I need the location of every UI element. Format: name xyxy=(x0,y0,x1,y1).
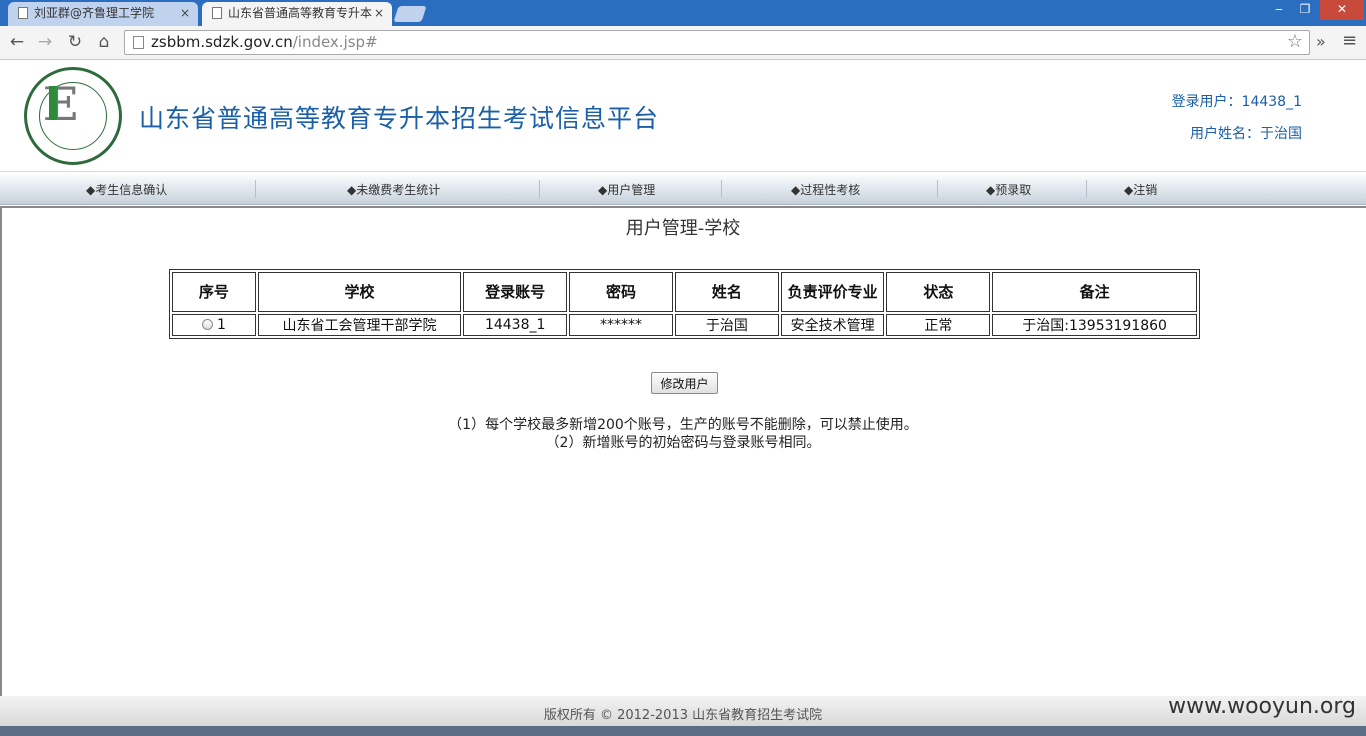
page-icon xyxy=(212,7,222,19)
menu-item-candidate-confirm[interactable]: ◆考生信息确认 xyxy=(86,181,167,198)
close-icon[interactable]: × xyxy=(180,2,190,24)
menu-item-pre-admission[interactable]: ◆预录取 xyxy=(986,181,1031,198)
window-close-icon[interactable]: ✕ xyxy=(1320,0,1364,20)
os-taskbar xyxy=(0,726,1366,736)
minimize-icon[interactable]: ‒ xyxy=(1266,0,1292,20)
table-header-row: 序号 学校 登录账号 密码 姓名 负责评价专业 状态 备注 xyxy=(172,272,1197,312)
watermark: www.wooyun.org xyxy=(1168,694,1356,719)
col-header-account: 登录账号 xyxy=(463,272,568,312)
star-icon[interactable]: ☆ xyxy=(1287,31,1303,52)
col-header-name: 姓名 xyxy=(674,272,779,312)
reload-icon[interactable]: ↻ xyxy=(64,32,86,54)
menu-item-logout[interactable]: ◆注销 xyxy=(1124,181,1157,198)
cell-major: 安全技术管理 xyxy=(780,314,885,336)
restore-icon[interactable]: ❐ xyxy=(1292,0,1318,20)
tab-label: 刘亚群@齐鲁理工学院 xyxy=(34,6,155,20)
menu-item-unpaid-stats[interactable]: ◆未缴费考生统计 xyxy=(347,181,440,198)
user-name: 用户姓名：于治国 xyxy=(1190,126,1302,142)
cell-school: 山东省工会管理干部学院 xyxy=(257,314,462,336)
menu-item-user-management[interactable]: ◆用户管理 xyxy=(598,181,655,198)
forward-icon[interactable]: → xyxy=(34,32,56,54)
site-title: 山东省普通高等教育专升本招生考试信息平台 xyxy=(139,104,660,133)
col-header-major: 负责评价专业 xyxy=(780,272,885,312)
main-menu: ◆考生信息确认 ◆未缴费考生统计 ◆用户管理 ◆过程性考核 ◆预录取 ◆注销 xyxy=(0,171,1366,205)
copyright-text: 版权所有 © 2012-2013 山东省教育招生考试院 xyxy=(543,708,823,723)
col-header-password: 密码 xyxy=(569,272,673,312)
col-header-index: 序号 xyxy=(172,272,256,312)
notes: （1）每个学校最多新增200个账号，生产的账号不能删除，可以禁止使用。 （2）新… xyxy=(0,416,1366,452)
login-user: 登录用户：14438_1 xyxy=(1171,94,1302,110)
note-2: （2）新增账号的初始密码与登录账号相同。 xyxy=(545,435,821,451)
footer: 版权所有 © 2012-2013 山东省教育招生考试院 xyxy=(0,696,1366,726)
modify-user-button[interactable]: 修改用户 xyxy=(651,372,718,394)
url-text[interactable]: zsbbm.sdzk.gov.cn/index.jsp# xyxy=(151,33,378,51)
url-host: zsbbm.sdzk.gov.cn xyxy=(151,33,293,51)
browser-tab-2[interactable]: 山东省普通高等教育专升本 × xyxy=(202,2,392,26)
more-icon[interactable]: » xyxy=(1316,32,1326,51)
cell-account: 14438_1 xyxy=(463,314,568,336)
logo-icon: E xyxy=(24,67,122,165)
col-header-status: 状态 xyxy=(886,272,991,312)
browser-toolbar: ← → ↻ ⌂ zsbbm.sdzk.gov.cn/index.jsp# ☆ »… xyxy=(0,26,1366,60)
site-header: E 山东省普通高等教育专升本招生考试信息平台 登录用户：14438_1 用户姓名… xyxy=(0,61,1366,171)
close-icon[interactable]: × xyxy=(374,2,384,24)
cell-password: ****** xyxy=(569,314,673,336)
browser-tab-strip: 刘亚群@齐鲁理工学院 × 山东省普通高等教育专升本 × ‒ ❐ ✕ xyxy=(0,0,1366,26)
menu-item-process-assessment[interactable]: ◆过程性考核 xyxy=(791,181,860,198)
col-header-remark: 备注 xyxy=(992,272,1197,312)
cell-remark: 于治国:13953191860 xyxy=(992,314,1197,336)
home-icon[interactable]: ⌂ xyxy=(93,32,115,54)
address-bar[interactable]: zsbbm.sdzk.gov.cn/index.jsp# ☆ xyxy=(124,30,1310,55)
table-row[interactable]: 1 山东省工会管理干部学院 14438_1 ****** 于治国 安全技术管理 … xyxy=(172,314,1197,336)
new-tab-button[interactable] xyxy=(393,6,427,22)
col-header-school: 学校 xyxy=(257,272,462,312)
back-icon[interactable]: ← xyxy=(6,32,28,54)
cell-name: 于治国 xyxy=(674,314,779,336)
row-select-radio[interactable] xyxy=(201,319,213,330)
cell-index: 1 xyxy=(172,314,256,336)
page-icon xyxy=(18,7,28,19)
note-1: （1）每个学校最多新增200个账号，生产的账号不能删除，可以禁止使用。 xyxy=(448,417,918,433)
row-index: 1 xyxy=(216,317,226,333)
tab-label: 山东省普通高等教育专升本 xyxy=(228,6,373,20)
page-icon xyxy=(133,36,144,49)
menu-icon[interactable]: ≡ xyxy=(1342,30,1357,51)
users-table: 序号 学校 登录账号 密码 姓名 负责评价专业 状态 备注 1 山东省工会管理干… xyxy=(169,269,1200,339)
url-path: /index.jsp# xyxy=(292,33,378,51)
browser-tab-1[interactable]: 刘亚群@齐鲁理工学院 × xyxy=(8,2,198,26)
page-title: 用户管理-学校 xyxy=(625,218,741,239)
cell-status: 正常 xyxy=(886,314,991,336)
